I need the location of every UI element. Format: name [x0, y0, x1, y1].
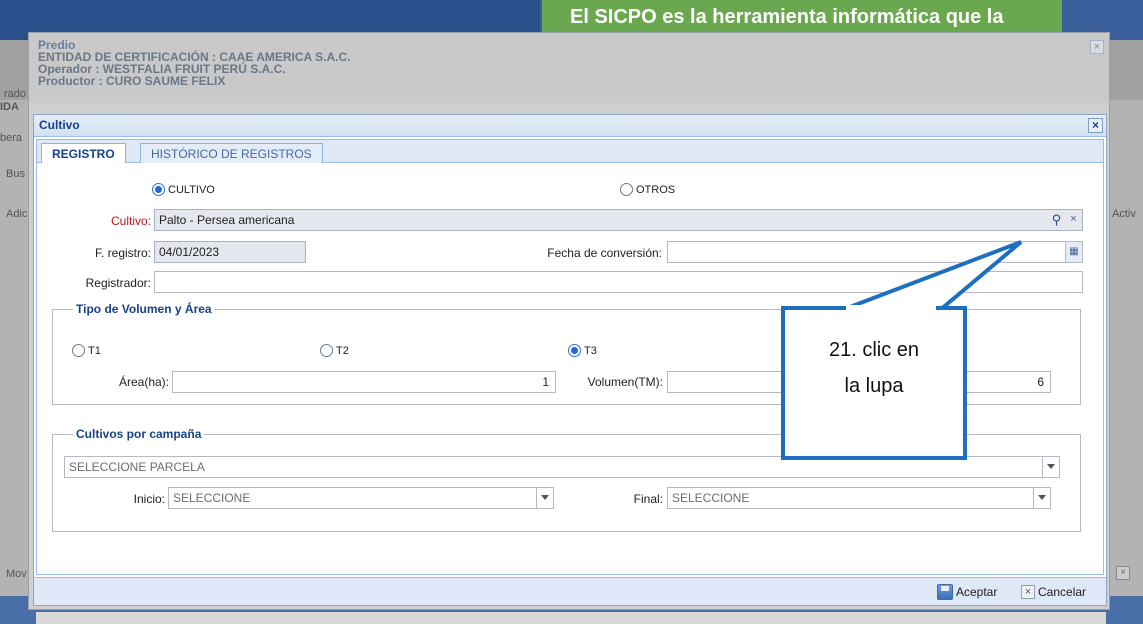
final-value: SELECCIONE: [672, 491, 750, 505]
radio-otros-indicator[interactable]: [620, 183, 633, 197]
window-footer: Aceptar × Cancelar: [34, 577, 1106, 605]
radio-cultivo-indicator[interactable]: [152, 183, 165, 197]
registrador-field[interactable]: [154, 271, 1083, 293]
radio-t1-indicator[interactable]: [72, 344, 85, 358]
area-value: 1: [542, 375, 549, 389]
registrador-label: Registrador:: [85, 276, 151, 290]
parcela-value: SELECCIONE PARCELA: [69, 460, 205, 474]
cancel-button[interactable]: × Cancelar: [1021, 583, 1086, 601]
cultivo-field[interactable]: Palto - Persea americana ⚲ ×: [154, 209, 1083, 231]
background-close-icon: ×: [1116, 566, 1130, 580]
radio-t2[interactable]: T2: [320, 343, 349, 358]
accept-button[interactable]: Aceptar: [937, 583, 997, 601]
radio-t2-label: T2: [336, 344, 349, 357]
f-registro-value: 04/01/2023: [159, 245, 220, 259]
cultivo-label: Cultivo:: [110, 214, 151, 228]
cultivo-title-text: Cultivo: [39, 118, 80, 132]
radio-t3-indicator[interactable]: [568, 344, 581, 358]
area-label: Área(ha):: [118, 375, 169, 389]
save-icon: [937, 584, 953, 600]
chevron-down-icon[interactable]: [1033, 488, 1050, 508]
campania-legend: Cultivos por campaña: [73, 427, 205, 441]
inicio-value: SELECCIONE: [173, 491, 251, 505]
volumen-label: Volumen(TM):: [587, 375, 663, 389]
f-registro-field: 04/01/2023: [154, 241, 306, 263]
volumen-area-legend: Tipo de Volumen y Área: [73, 302, 215, 316]
chevron-down-icon[interactable]: [536, 488, 553, 508]
final-select[interactable]: SELECCIONE: [667, 487, 1051, 509]
background-label: IDA: [0, 101, 19, 113]
callout-box: 21. clic en la lupa: [781, 306, 967, 460]
close-icon[interactable]: ×: [1090, 40, 1104, 54]
close-icon[interactable]: ×: [1088, 118, 1103, 133]
tab-historico-de-registros[interactable]: HISTÓRICO DE REGISTROS: [140, 143, 323, 164]
chevron-down-icon[interactable]: [1042, 457, 1059, 477]
background-label: Adic: [6, 208, 28, 220]
accept-button-label: Aceptar: [956, 585, 998, 599]
radio-t3[interactable]: T3: [568, 343, 597, 358]
callout-line-2: la lupa: [844, 375, 904, 397]
cultivo-value: Palto - Persea americana: [159, 213, 295, 227]
area-field[interactable]: 1: [172, 371, 556, 393]
background-label: rado: [4, 88, 27, 100]
final-label: Final:: [633, 492, 663, 506]
inicio-select[interactable]: SELECCIONE: [168, 487, 554, 509]
background-scrollbar: [36, 612, 1106, 624]
tab-registro[interactable]: REGISTRO: [41, 143, 126, 165]
radio-t1-label: T1: [88, 344, 101, 357]
callout-text: 21. clic en la lupa: [785, 332, 963, 404]
volumen-value: 6: [1037, 375, 1044, 389]
radio-cultivo[interactable]: CULTIVO: [152, 182, 215, 197]
background-label: Activ: [1112, 208, 1136, 220]
radio-t1[interactable]: T1: [72, 343, 101, 358]
calendar-icon[interactable]: ▦: [1065, 242, 1082, 262]
cancel-icon: ×: [1021, 585, 1035, 599]
radio-otros-label: OTROS: [636, 183, 676, 196]
cultivo-window-title: Cultivo: [34, 115, 1106, 137]
inicio-label: Inicio:: [133, 492, 165, 506]
radio-otros[interactable]: OTROS: [620, 182, 676, 197]
radio-cultivo-label: CULTIVO: [168, 183, 215, 196]
clear-icon[interactable]: ×: [1065, 210, 1082, 230]
search-icon[interactable]: ⚲: [1048, 210, 1065, 230]
radio-t2-indicator[interactable]: [320, 344, 333, 358]
callout-line-1: 21. clic en: [828, 339, 920, 361]
background-label: Mov: [6, 568, 27, 580]
fecha-conversion-field[interactable]: ▦: [667, 241, 1083, 263]
background-label: Bus: [6, 168, 25, 180]
predio-header: Predio ENTIDAD DE CERTIFICACIÓN : CAAE A…: [29, 33, 1109, 103]
radio-t3-label: T3: [584, 344, 597, 357]
background-label: bera: [0, 132, 23, 144]
fecha-conversion-label: Fecha de conversión:: [547, 246, 662, 260]
predio-productor: Productor : CURO SAUME FELIX: [38, 74, 226, 88]
cancel-button-label: Cancelar: [1038, 585, 1087, 599]
f-registro-label: F. registro:: [94, 246, 151, 260]
tab-bar: REGISTRO HISTÓRICO DE REGISTROS: [36, 139, 1104, 165]
